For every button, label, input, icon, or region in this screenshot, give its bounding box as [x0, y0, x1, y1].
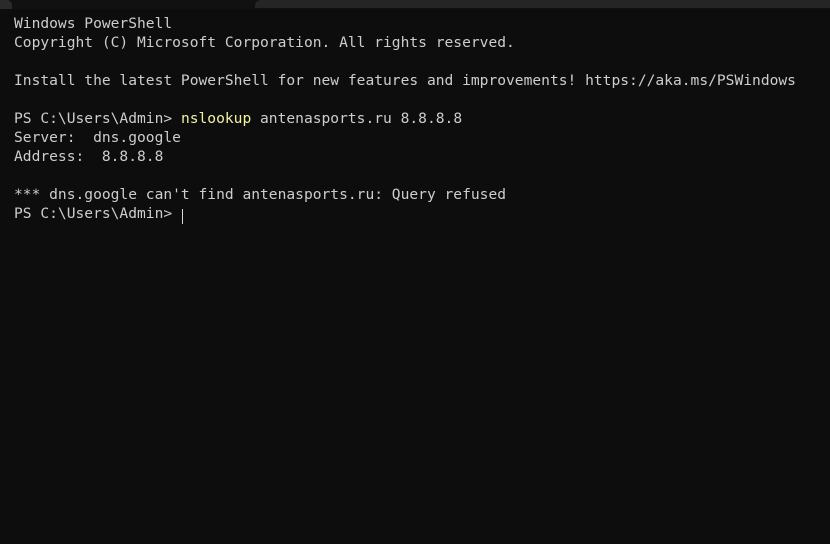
- address-line: Address: 8.8.8.8: [14, 148, 164, 165]
- powershell-window: Windows PowerShell Copyright (C) Microso…: [0, 0, 830, 544]
- final-prompt-label: PS C:\Users\Admin>: [14, 205, 181, 222]
- window-titlebar[interactable]: [0, 0, 830, 9]
- banner-upgrade-line: Install the latest PowerShell for new fe…: [14, 72, 796, 89]
- command-arguments: antenasports.ru 8.8.8.8: [251, 110, 463, 127]
- terminal-tab[interactable]: [0, 0, 12, 9]
- final-prompt-line[interactable]: PS C:\Users\Admin>: [14, 204, 830, 224]
- console-output-area[interactable]: Windows PowerShell Copyright (C) Microso…: [0, 9, 830, 544]
- banner-title-line: Windows PowerShell: [14, 15, 173, 32]
- command-line: PS C:\Users\Admin> nslookup antenasports…: [14, 109, 830, 128]
- banner-copyright-line: Copyright (C) Microsoft Corporation. All…: [14, 34, 515, 51]
- command-prompt-label: PS C:\Users\Admin>: [14, 110, 181, 127]
- error-line: *** dns.google can't find antenasports.r…: [14, 186, 507, 203]
- text-cursor: [181, 209, 183, 224]
- command-name: nslookup: [180, 110, 252, 127]
- server-line: Server: dns.google: [14, 129, 181, 146]
- titlebar-drag-region[interactable]: [255, 0, 830, 8]
